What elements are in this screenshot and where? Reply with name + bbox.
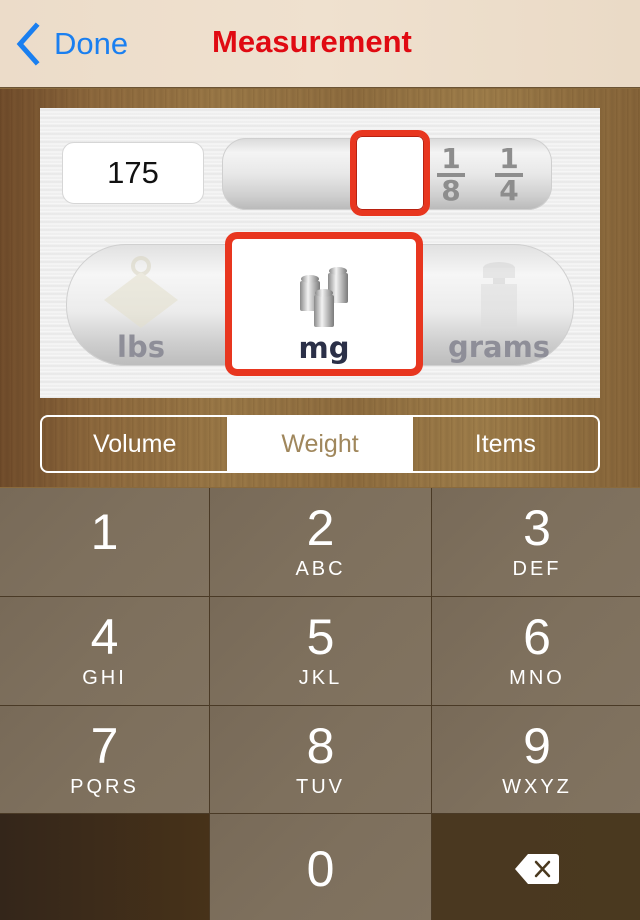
- backspace-icon: [515, 853, 559, 884]
- unit-option-lbs[interactable]: lbs: [66, 244, 216, 366]
- key-letters: MNO: [509, 667, 565, 689]
- key-3[interactable]: 3 DEF: [432, 488, 640, 596]
- amount-field[interactable]: 175: [62, 142, 204, 204]
- fraction-numerator: 1: [441, 142, 461, 175]
- measurement-type-segmented-control: Volume Weight Items: [40, 415, 600, 473]
- unit-option-grams[interactable]: grams: [424, 244, 574, 366]
- done-button[interactable]: Done: [14, 22, 128, 66]
- done-label: Done: [54, 26, 129, 61]
- numeric-keypad: 1 2 ABC 3 DEF 4 GHI 5 JKL 6 MNO 7 PQRS 8…: [0, 488, 640, 920]
- key-6[interactable]: 6 MNO: [432, 597, 640, 705]
- page-title: Measurement: [212, 24, 412, 59]
- key-digit: 4: [90, 609, 119, 665]
- unit-label: mg: [298, 331, 350, 365]
- fraction-denominator: 8: [441, 174, 461, 207]
- key-2[interactable]: 2 ABC: [210, 488, 431, 596]
- key-0[interactable]: 0: [210, 814, 431, 920]
- fraction-option-one-eighth[interactable]: 1 8: [436, 142, 466, 207]
- fraction-denominator: 4: [499, 174, 519, 207]
- key-4[interactable]: 4 GHI: [0, 597, 209, 705]
- key-letters: WXYZ: [502, 776, 572, 798]
- delete-button[interactable]: [432, 814, 640, 920]
- key-letters: JKL: [298, 667, 343, 689]
- key-9[interactable]: 9 WXYZ: [432, 706, 640, 813]
- key-digit: 7: [90, 718, 119, 774]
- unit-option-mg-selected[interactable]: mg: [225, 232, 423, 376]
- key-digit: 5: [306, 609, 335, 665]
- key-digit: 6: [523, 609, 551, 665]
- key-letters: GHI: [82, 667, 127, 689]
- weight-lbs-icon: [104, 256, 178, 328]
- chevron-left-icon: [16, 22, 40, 66]
- key-letters: TUV: [296, 776, 345, 798]
- key-digit: 8: [306, 718, 335, 774]
- key-8[interactable]: 8 TUV: [210, 706, 431, 813]
- key-1[interactable]: 1: [0, 488, 209, 596]
- fraction-option-none-selected[interactable]: [350, 130, 430, 216]
- weight-grams-icon: [481, 262, 517, 328]
- fraction-numerator: 1: [499, 142, 519, 175]
- tab-volume[interactable]: Volume: [42, 417, 227, 471]
- key-blank: [0, 814, 209, 920]
- fraction-option-one-quarter[interactable]: 1 4: [494, 142, 524, 207]
- navigation-bar: Done Measurement: [0, 0, 640, 88]
- tab-items[interactable]: Items: [413, 417, 598, 471]
- key-digit: 3: [523, 500, 551, 556]
- unit-label: grams: [447, 330, 551, 364]
- key-digit: 2: [306, 500, 335, 556]
- weights-mg-icon: [300, 267, 348, 327]
- tab-weight[interactable]: Weight: [227, 417, 413, 471]
- key-7[interactable]: 7 PQRS: [0, 706, 209, 813]
- measurement-panel: 175 1 8 1 4 lbs grams mg: [40, 108, 600, 398]
- key-digit: 9: [523, 718, 551, 774]
- key-digit: 0: [306, 840, 335, 897]
- key-letters: DEF: [512, 558, 562, 580]
- unit-label: lbs: [117, 330, 165, 364]
- key-digit: 1: [90, 504, 119, 560]
- key-letters: ABC: [295, 558, 346, 580]
- key-letters: PQRS: [70, 776, 139, 798]
- key-5[interactable]: 5 JKL: [210, 597, 431, 705]
